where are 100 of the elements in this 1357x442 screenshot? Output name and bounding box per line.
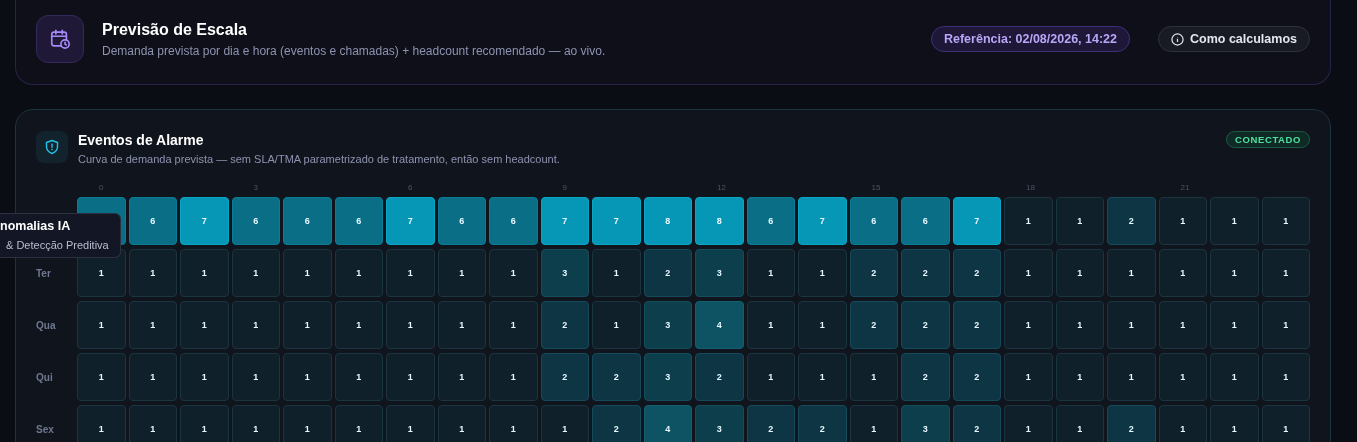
heatmap-cell: 1 (1004, 249, 1053, 297)
heatmap-cell: 2 (592, 405, 641, 442)
heatmap-cell: 6 (901, 197, 950, 245)
heatmap-cell: 1 (1004, 405, 1053, 442)
calendar-clock-icon (36, 15, 84, 63)
heatmap-cell: 2 (901, 249, 950, 297)
heatmap-cell: 1 (128, 353, 177, 401)
heatmap-cell: 1 (437, 249, 486, 297)
heatmap-cell: 1 (283, 249, 332, 297)
heatmap-cell: 6 (128, 197, 177, 245)
heatmap-cell: 1 (746, 301, 795, 349)
heatmap-cell: 1 (1261, 301, 1310, 349)
heatmap-cell: 7 (592, 197, 641, 245)
heatmap-cell: 1 (283, 405, 332, 442)
heatmap-cell: 7 (386, 197, 435, 245)
heatmap-cell: 6 (283, 197, 332, 245)
heatmap-cell: 4 (695, 301, 744, 349)
heatmap-cell: 1 (1055, 353, 1104, 401)
heatmap-cell: 2 (901, 301, 950, 349)
heatmap-cell: 1 (283, 301, 332, 349)
heatmap-cell: 1 (334, 301, 383, 349)
heatmap-cell: 1 (1210, 197, 1259, 245)
heatmap-cell: 8 (643, 197, 692, 245)
heatmap-cell: 2 (1107, 405, 1156, 442)
heatmap-cell: 1 (1158, 353, 1207, 401)
heatmap-cell: 6 (849, 197, 898, 245)
heatmap-cell: 1 (128, 249, 177, 297)
heatmap-cell: 1 (1210, 301, 1259, 349)
heatmap-cell: 2 (952, 353, 1001, 401)
heatmap-cell: 1 (746, 249, 795, 297)
heatmap-cell: 1 (592, 249, 641, 297)
heatmap-cell: 1 (128, 301, 177, 349)
heatmap-cell: 2 (746, 405, 795, 442)
heatmap-cell: 3 (540, 249, 589, 297)
heatmap-cell: 1 (1261, 353, 1310, 401)
heatmap-cell: 1 (1055, 405, 1104, 442)
heatmap-cell: 6 (489, 197, 538, 245)
heatmap-cell: 1 (592, 301, 641, 349)
heatmap-cell: 1 (849, 405, 898, 442)
hour-label: 12 (716, 183, 727, 193)
heatmap-cell: 1 (798, 301, 847, 349)
heatmap-cell: 1 (77, 301, 126, 349)
heatmap-cell: 1 (231, 353, 280, 401)
heatmap-cell: 1 (386, 353, 435, 401)
heatmap-cell: 3 (695, 249, 744, 297)
heatmap-cell: 6 (437, 197, 486, 245)
heatmap-cell: 7 (798, 197, 847, 245)
heatmap-cell: 1 (1107, 353, 1156, 401)
heatmap-cell: 3 (901, 405, 950, 442)
panel-title: Eventos de Alarme (78, 132, 205, 148)
heatmap-cell: 1 (231, 249, 280, 297)
info-button[interactable]: Como calculamos (1158, 26, 1310, 52)
heatmap-cell: 2 (798, 405, 847, 442)
heatmap-cell: 2 (901, 353, 950, 401)
heatmap-cell: 1 (1210, 353, 1259, 401)
heatmap-cell: 1 (334, 353, 383, 401)
heatmap-cell: 1 (849, 353, 898, 401)
heatmap-cell: 1 (489, 405, 538, 442)
heatmap-cell: 1 (334, 249, 383, 297)
heatmap-cell: 1 (1158, 197, 1207, 245)
heatmap-cell: 1 (77, 353, 126, 401)
heatmap-cell: 2 (540, 353, 589, 401)
heatmap-cell: 1 (540, 405, 589, 442)
heatmap-cell: 2 (643, 249, 692, 297)
heatmap-cell: 1 (1261, 197, 1310, 245)
heatmap-cell: 1 (489, 301, 538, 349)
tooltip-subtitle: & Detecção Preditiva (5, 239, 109, 251)
tooltip-title: nomalias IA (0, 219, 72, 233)
heatmap-cell: 1 (798, 249, 847, 297)
heatmap-cell: 2 (849, 249, 898, 297)
heatmap-cell: 1 (1004, 301, 1053, 349)
heatmap-cell: 6 (334, 197, 383, 245)
heatmap-cell: 2 (952, 301, 1001, 349)
heatmap-cell: 1 (1004, 197, 1053, 245)
heatmap-cell: 1 (489, 249, 538, 297)
heatmap-cell: 2 (540, 301, 589, 349)
heatmap-cell: 1 (1055, 197, 1104, 245)
heatmap-cell: 1 (180, 353, 229, 401)
hour-label: 15 (870, 183, 882, 193)
heatmap-cell: 1 (231, 405, 280, 442)
heatmap-cell: 2 (849, 301, 898, 349)
heatmap-cell: 1 (1261, 249, 1310, 297)
heatmap-cell: 1 (180, 249, 229, 297)
heatmap-cell: 1 (1158, 301, 1207, 349)
heatmap-cell: 6 (746, 197, 795, 245)
heatmap-cell: 1 (1055, 301, 1104, 349)
heatmap-cell: 4 (643, 405, 692, 442)
status-badge: CONECTADO (1226, 131, 1310, 148)
page-title: Previsão de Escala (102, 20, 248, 39)
heatmap-cell: 1 (437, 405, 486, 442)
heatmap-cell: 1 (283, 353, 332, 401)
heatmap-cell: 1 (180, 405, 229, 442)
hour-label: 21 (1179, 183, 1191, 193)
day-label: Qua (36, 318, 57, 333)
heatmap-cell: 1 (489, 353, 538, 401)
heatmap-cell: 1 (1004, 353, 1053, 401)
heatmap-cell: 7 (180, 197, 229, 245)
day-label: Ter (36, 266, 52, 281)
panel-subtitle: Curva de demanda prevista — sem SLA/TMA parametrizado de tratamento, então sem headcount. (78, 153, 561, 165)
heatmap-cell: 1 (386, 301, 435, 349)
